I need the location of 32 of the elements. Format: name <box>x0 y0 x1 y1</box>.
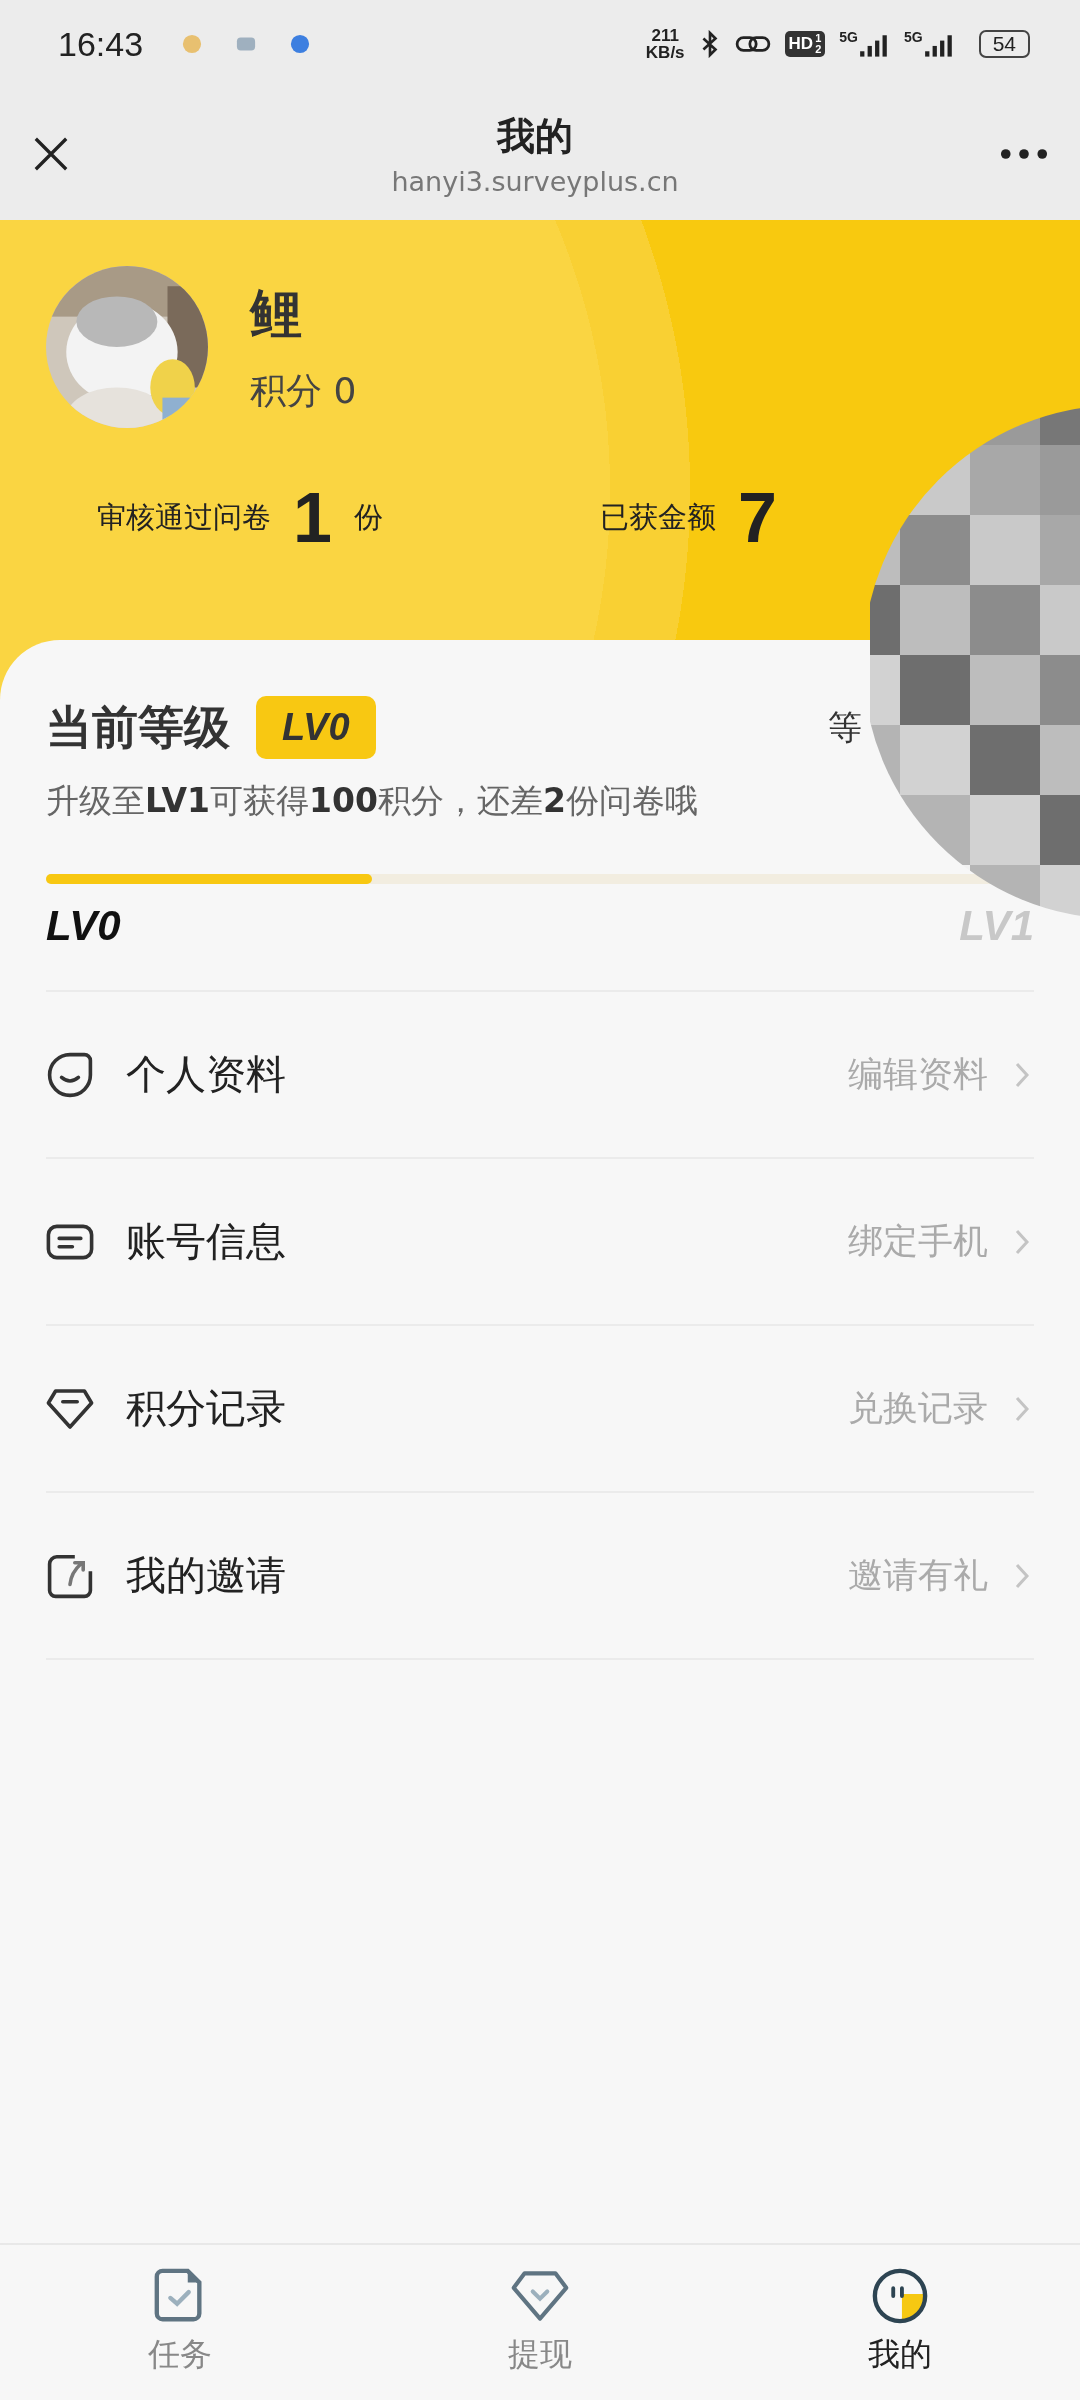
network-speed: 211 KB/s <box>645 27 685 61</box>
battery-indicator: 54 <box>978 30 1030 58</box>
chevron-icon <box>1014 1394 1030 1423</box>
stat-value: 7 <box>738 478 777 558</box>
level-title: 当前等级 <box>46 698 230 756</box>
level-link[interactable]: 等 <box>828 704 862 751</box>
points-text: 积分 0 <box>250 368 357 413</box>
status-time: 16:43 <box>58 24 144 64</box>
chevron-icon <box>1014 1561 1030 1590</box>
chevron-icon <box>1014 1227 1030 1256</box>
menu-item[interactable]: 个人资料 编辑资料 <box>46 992 1034 1159</box>
chevron-icon <box>1014 1060 1030 1089</box>
face-icon <box>871 2267 929 2325</box>
stat-label: 已获金额 <box>600 499 716 536</box>
level-start: LV0 <box>46 902 121 950</box>
menu-item[interactable]: 我的邀请 邀请有礼 <box>46 1493 1034 1660</box>
close-icon[interactable] <box>32 135 70 173</box>
more-icon[interactable] <box>1000 148 1048 160</box>
stat-label: 审核通过问卷 <box>97 499 272 536</box>
level-badge: LV0 <box>256 696 376 759</box>
stat-value: 1 <box>293 478 332 558</box>
signal-indicator: 5G <box>903 29 955 59</box>
user-name: 鲤 <box>250 281 303 345</box>
stat-unit: 份 <box>353 499 383 536</box>
smile-icon <box>46 1050 94 1099</box>
menu-item[interactable]: 账号信息 绑定手机 <box>46 1159 1034 1326</box>
page-title: 我的 <box>497 113 573 160</box>
signal-indicator: 5G <box>839 29 890 59</box>
menu-item[interactable]: 积分记录 兑换记录 <box>46 1326 1034 1493</box>
nav-tab[interactable]: 我的 <box>720 2245 1080 2400</box>
page-url: hanyi3.surveyplus.cn <box>391 166 679 197</box>
level-hint: 升级至LV1可获得100积分，还差2份问卷哦 <box>46 780 699 822</box>
